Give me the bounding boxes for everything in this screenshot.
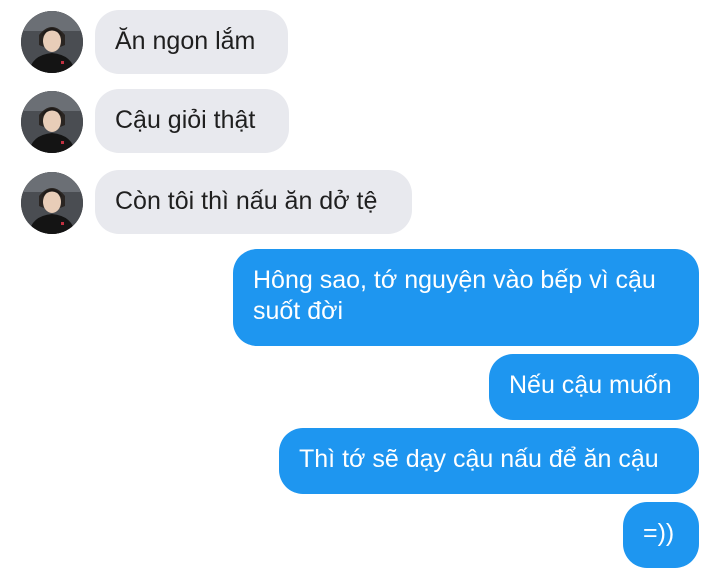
message-text: Cậu giỏi thật bbox=[115, 106, 256, 134]
message-text-line-1: Hông sao, tớ nguyện vào bếp vì cậu bbox=[253, 266, 656, 294]
avatar-icon bbox=[21, 91, 83, 153]
incoming-message[interactable]: Còn tôi thì nấu ăn dở tệ bbox=[95, 170, 412, 234]
outgoing-message[interactable]: Thì tớ sẽ dạy cậu nấu để ăn cậu bbox=[279, 428, 699, 494]
outgoing-message[interactable]: =)) bbox=[623, 502, 699, 568]
incoming-message[interactable]: Cậu giỏi thật bbox=[95, 89, 289, 153]
avatar-icon bbox=[21, 11, 83, 73]
chat-thread: Ăn ngon lắm Cậu giỏi thật Còn tôi thì nấ… bbox=[0, 0, 720, 581]
message-text: Ăn ngon lắm bbox=[115, 27, 256, 55]
contact-avatar[interactable] bbox=[21, 11, 83, 73]
outgoing-message[interactable]: Nếu cậu muốn bbox=[489, 354, 699, 420]
message-text: Nếu cậu muốn bbox=[509, 371, 672, 399]
message-text: Thì tớ sẽ dạy cậu nấu để ăn cậu bbox=[299, 445, 659, 473]
avatar-icon bbox=[21, 172, 83, 234]
contact-avatar[interactable] bbox=[21, 91, 83, 153]
message-text: =)) bbox=[643, 519, 675, 547]
incoming-message[interactable]: Ăn ngon lắm bbox=[95, 10, 288, 74]
message-text-line-2: suốt đời bbox=[253, 297, 344, 325]
message-text: Còn tôi thì nấu ăn dở tệ bbox=[115, 187, 378, 215]
outgoing-message[interactable]: Hông sao, tớ nguyện vào bếp vì cậu suốt … bbox=[233, 249, 699, 346]
contact-avatar[interactable] bbox=[21, 172, 83, 234]
